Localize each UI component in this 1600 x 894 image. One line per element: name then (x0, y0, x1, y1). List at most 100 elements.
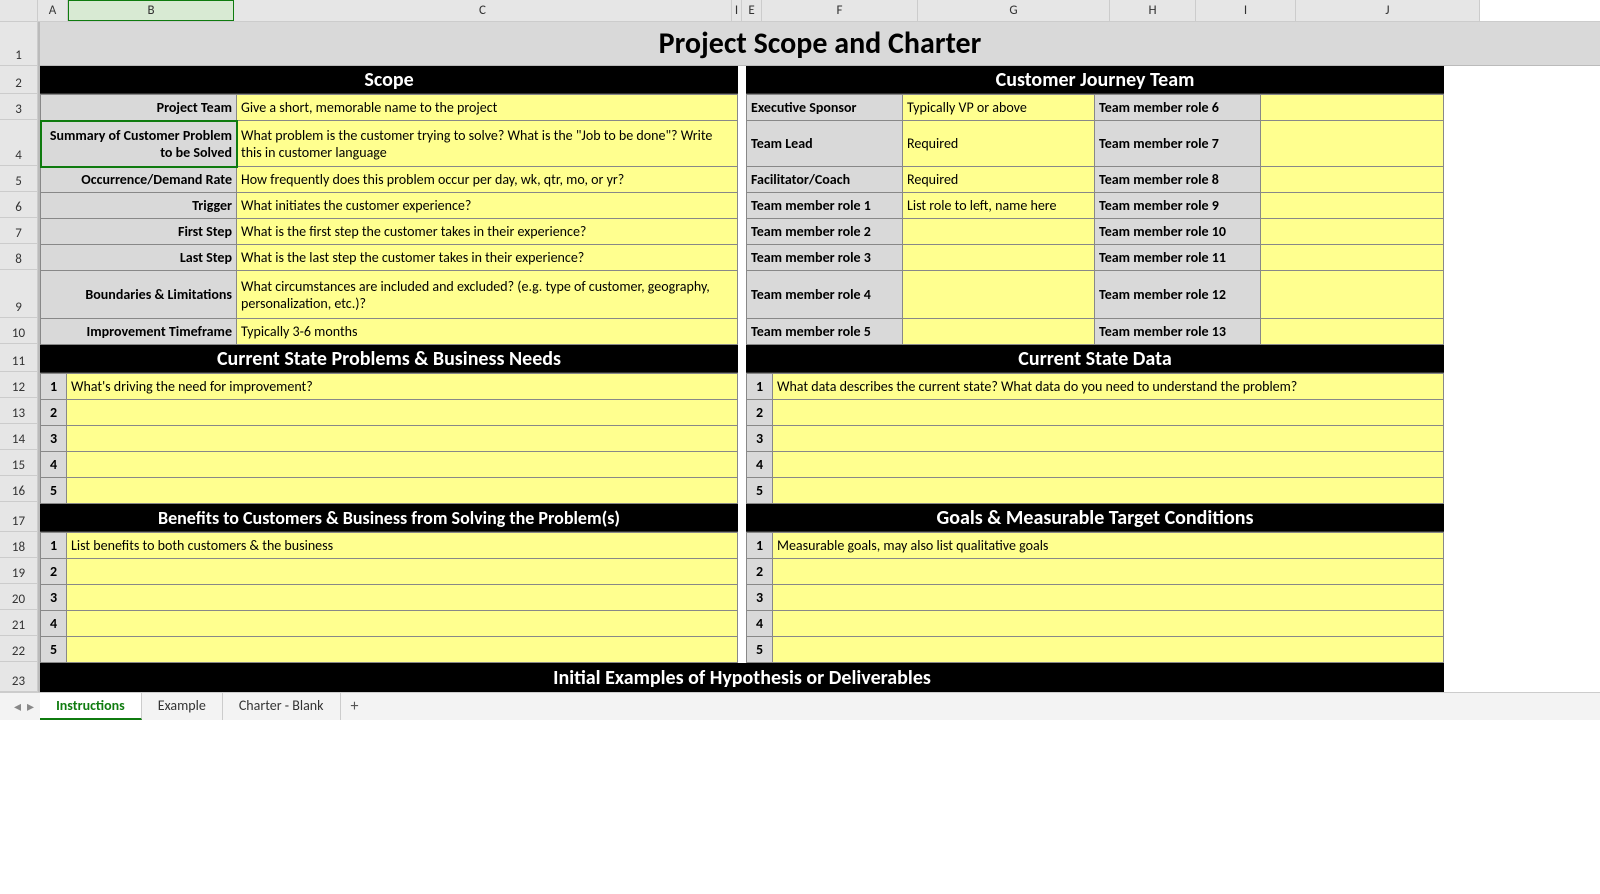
row-header-3[interactable]: 3 (0, 94, 38, 120)
row-header-21[interactable]: 21 (0, 610, 38, 636)
row-header-11[interactable]: 11 (0, 344, 38, 372)
list-item[interactable] (67, 611, 738, 637)
row-header-22[interactable]: 22 (0, 636, 38, 662)
list-item[interactable] (67, 478, 738, 504)
scope-value[interactable]: How frequently does this problem occur p… (237, 167, 738, 193)
team-cell[interactable] (1261, 121, 1444, 167)
scope-label[interactable]: Boundaries & Limitations (41, 271, 237, 319)
col-header-J[interactable]: J (1296, 0, 1480, 21)
scope-label[interactable]: Trigger (41, 193, 237, 219)
team-cell[interactable]: Team member role 1 (747, 193, 903, 219)
list-item[interactable] (773, 400, 1444, 426)
col-header-F[interactable]: F (762, 0, 918, 21)
team-cell[interactable]: Facilitator/Coach (747, 167, 903, 193)
team-cell[interactable]: Team member role 7 (1095, 121, 1261, 167)
team-cell[interactable] (1261, 319, 1444, 345)
scope-label[interactable]: First Step (41, 219, 237, 245)
team-cell[interactable]: Team member role 9 (1095, 193, 1261, 219)
list-item[interactable] (67, 426, 738, 452)
team-cell[interactable]: Team member role 3 (747, 245, 903, 271)
prev-sheet-icon[interactable]: ◂ (14, 698, 21, 715)
list-item[interactable] (67, 400, 738, 426)
row-header-23[interactable]: 23 (0, 662, 38, 692)
team-cell[interactable]: Team member role 6 (1095, 95, 1261, 121)
scope-label[interactable]: Improvement Timeframe (41, 319, 237, 345)
team-cell[interactable]: Required (903, 121, 1095, 167)
team-cell[interactable] (1261, 167, 1444, 193)
row-header-14[interactable]: 14 (0, 424, 38, 450)
scope-label[interactable]: Summary of Customer Problem to be Solved (41, 121, 237, 167)
row-header-17[interactable]: 17 (0, 502, 38, 532)
team-cell[interactable] (903, 319, 1095, 345)
row-header-19[interactable]: 19 (0, 558, 38, 584)
team-cell[interactable] (903, 271, 1095, 319)
list-item[interactable] (773, 559, 1444, 585)
team-cell[interactable] (1261, 193, 1444, 219)
list-item[interactable] (773, 611, 1444, 637)
row-header-5[interactable]: 5 (0, 166, 38, 192)
row-header-6[interactable]: 6 (0, 192, 38, 218)
sheet-tab-instructions[interactable]: Instructions (40, 693, 142, 720)
scope-label[interactable]: Last Step (41, 245, 237, 271)
list-item[interactable] (773, 637, 1444, 663)
scope-value[interactable]: What is the first step the customer take… (237, 219, 738, 245)
col-header-I[interactable]: I (1196, 0, 1296, 21)
row-header-9[interactable]: 9 (0, 270, 38, 318)
team-cell[interactable]: Typically VP or above (903, 95, 1095, 121)
select-all-corner[interactable] (0, 0, 38, 21)
team-cell[interactable]: Team member role 5 (747, 319, 903, 345)
list-item[interactable]: Measurable goals, may also list qualitat… (773, 533, 1444, 559)
team-cell[interactable]: Team member role 8 (1095, 167, 1261, 193)
team-cell[interactable] (903, 245, 1095, 271)
team-cell[interactable] (1261, 219, 1444, 245)
next-sheet-icon[interactable]: ▸ (27, 698, 34, 715)
team-cell[interactable]: Team Lead (747, 121, 903, 167)
col-header-G[interactable]: G (918, 0, 1110, 21)
team-cell[interactable] (1261, 95, 1444, 121)
team-cell[interactable] (1261, 245, 1444, 271)
row-header-15[interactable]: 15 (0, 450, 38, 476)
col-header-C[interactable]: C (234, 0, 732, 21)
team-cell[interactable]: Team member role 4 (747, 271, 903, 319)
col-header-A[interactable]: A (38, 0, 68, 21)
list-item[interactable] (773, 585, 1444, 611)
row-header-12[interactable]: 12 (0, 372, 38, 398)
scope-value[interactable]: Typically 3-6 months (237, 319, 738, 345)
list-item[interactable]: What data describes the current state? W… (773, 374, 1444, 400)
team-cell[interactable]: Team member role 13 (1095, 319, 1261, 345)
scope-label[interactable]: Project Team (41, 95, 237, 121)
row-header-4[interactable]: 4 (0, 120, 38, 166)
team-cell[interactable]: Team member role 10 (1095, 219, 1261, 245)
col-header-I[interactable]: I (732, 0, 742, 21)
list-item[interactable] (67, 559, 738, 585)
list-item[interactable] (773, 478, 1444, 504)
list-item[interactable] (773, 452, 1444, 478)
row-header-20[interactable]: 20 (0, 584, 38, 610)
add-sheet-button[interactable]: + (341, 693, 369, 720)
scope-label[interactable]: Occurrence/Demand Rate (41, 167, 237, 193)
scope-value[interactable]: What is the last step the customer takes… (237, 245, 738, 271)
row-header-2[interactable]: 2 (0, 66, 38, 94)
row-header-18[interactable]: 18 (0, 532, 38, 558)
row-header-8[interactable]: 8 (0, 244, 38, 270)
team-cell[interactable]: Executive Sponsor (747, 95, 903, 121)
team-cell[interactable] (903, 219, 1095, 245)
sheet-tab-example[interactable]: Example (142, 693, 223, 720)
row-header-1[interactable]: 1 (0, 22, 38, 66)
list-item[interactable] (67, 585, 738, 611)
list-item[interactable] (67, 452, 738, 478)
list-item[interactable]: What's driving the need for improvement? (67, 374, 738, 400)
col-header-H[interactable]: H (1110, 0, 1196, 21)
team-cell[interactable]: Team member role 12 (1095, 271, 1261, 319)
team-cell[interactable]: Required (903, 167, 1095, 193)
team-cell[interactable] (1261, 271, 1444, 319)
scope-value[interactable]: What problem is the customer trying to s… (237, 121, 738, 167)
scope-value[interactable]: What initiates the customer experience? (237, 193, 738, 219)
row-header-7[interactable]: 7 (0, 218, 38, 244)
sheet-tab-charter---blank[interactable]: Charter - Blank (223, 693, 341, 720)
team-cell[interactable]: Team member role 11 (1095, 245, 1261, 271)
col-header-B[interactable]: B (68, 0, 234, 21)
row-header-10[interactable]: 10 (0, 318, 38, 344)
team-cell[interactable]: List role to left, name here (903, 193, 1095, 219)
scope-value[interactable]: What circumstances are included and excl… (237, 271, 738, 319)
